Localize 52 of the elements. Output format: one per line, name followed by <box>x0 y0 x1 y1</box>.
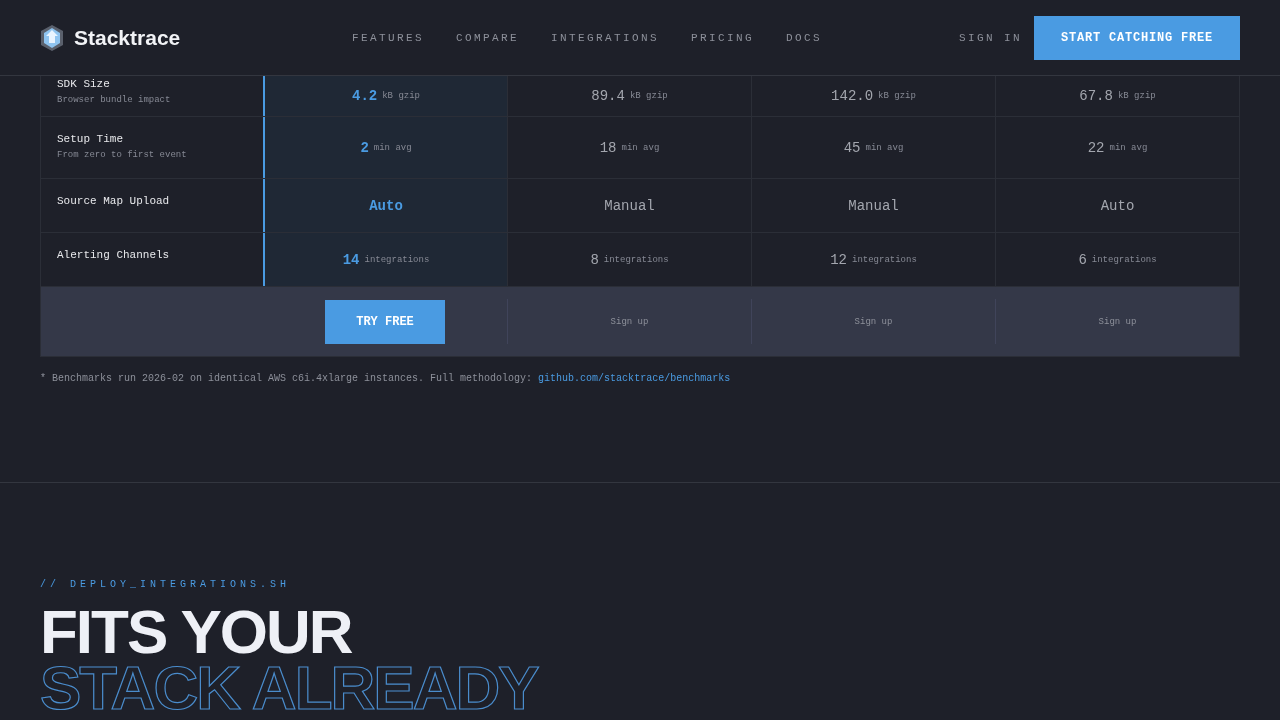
sign-up-link[interactable]: Sign up <box>854 316 893 327</box>
row-label: Setup Time <box>57 133 124 145</box>
row-label: Alerting Channels <box>57 249 171 261</box>
cell-value: 14 <box>342 251 360 268</box>
cell-value: 6 <box>1078 251 1087 268</box>
cell-unit: integrations <box>603 254 669 265</box>
cell-unit: integrations <box>1091 254 1157 265</box>
cell-unit: min avg <box>621 142 660 153</box>
brand-name[interactable]: Stacktrace <box>74 25 181 50</box>
nav-link[interactable]: FEATURES <box>352 31 424 44</box>
nav-link[interactable]: DOCS <box>786 31 823 44</box>
cell-unit: kB gzip <box>382 91 420 101</box>
cell-unit: min avg <box>373 142 412 153</box>
footnote: * Benchmarks run 2026-02 on identical AWS c6i.4xlarge instances. Full methodology: github.com/stacktrace/benchmarks <box>40 373 732 384</box>
cell-value: Auto <box>1100 197 1135 214</box>
cell-unit: integrations <box>364 254 430 265</box>
nav-link[interactable]: PRICING <box>691 31 755 44</box>
sign-up-link[interactable]: Sign up <box>610 316 649 327</box>
logo-icon <box>40 23 64 52</box>
cell-value: 142.0 <box>831 88 874 104</box>
row-sublabel: Browser bundle impact <box>57 95 172 105</box>
cell-value: 2 <box>360 139 369 156</box>
cell-unit: min avg <box>1109 142 1148 153</box>
start-button[interactable]: START CATCHING FREE <box>1034 15 1240 60</box>
cell-value: 8 <box>590 251 599 268</box>
cell-unit: kB gzip <box>629 91 668 101</box>
cell-value: 4.2 <box>352 88 378 104</box>
methodology-link[interactable]: github.com/stacktrace/benchmarks <box>538 373 731 384</box>
cell-value: 45 <box>843 139 861 156</box>
cell-unit: kB gzip <box>1117 91 1156 101</box>
cell-unit: kB gzip <box>878 91 916 101</box>
section-eyebrow: // DEPLOY_INTEGRATIONS.SH <box>40 579 292 590</box>
cell-value: Auto <box>369 197 403 214</box>
heading-line: FITS YOUR <box>40 604 353 660</box>
cell-value: Manual <box>604 197 655 214</box>
try-free-button[interactable]: TRY FREE <box>325 299 445 344</box>
row-label: SDK Size <box>57 78 111 90</box>
cell-unit: integrations <box>852 254 917 265</box>
cell-value: Manual <box>848 197 899 214</box>
row-sublabel: From zero to first event <box>57 150 188 160</box>
sign-up-link[interactable]: Sign up <box>1098 316 1137 327</box>
cell-value: 89.4 <box>591 88 625 104</box>
cell-value: 67.8 <box>1079 88 1113 104</box>
nav-link[interactable]: INTEGRATIONS <box>551 31 660 44</box>
cell-unit: min avg <box>865 142 904 153</box>
cell-value: 12 <box>830 251 847 268</box>
sign-in-link[interactable]: SIGN IN <box>959 31 1022 44</box>
nav-link[interactable]: COMPARE <box>456 31 520 44</box>
cell-value: 22 <box>1087 139 1105 156</box>
outlined-heading-line: STACK ALREADY <box>40 660 540 716</box>
row-label: Source Map Upload <box>57 195 171 207</box>
cell-value: 18 <box>599 139 617 156</box>
